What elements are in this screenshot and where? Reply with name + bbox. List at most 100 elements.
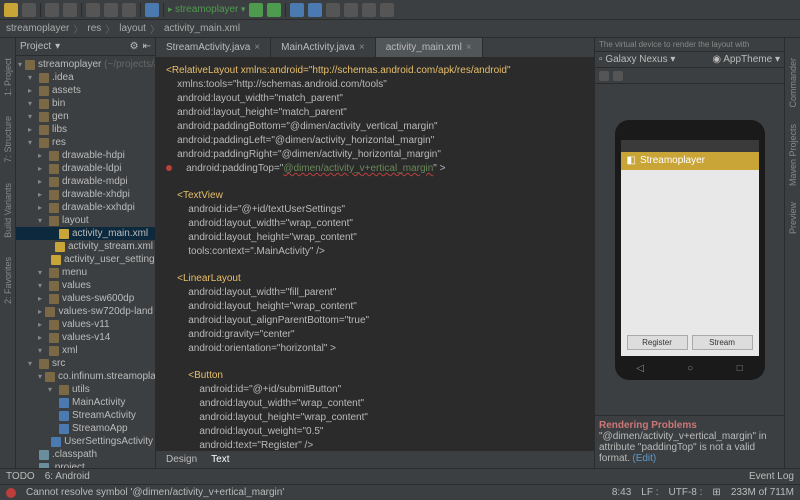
editor-tab[interactable]: MainActivity.java× (271, 38, 376, 57)
tree-item[interactable]: ▸drawable-xxhdpi (16, 201, 155, 214)
tree-item[interactable]: ▸values-v11 (16, 318, 155, 331)
tree-item[interactable]: ▸drawable-ldpi (16, 162, 155, 175)
tool-maven[interactable]: Maven Projects (788, 124, 798, 186)
preview-stream-button: Stream (692, 335, 753, 350)
tree-item[interactable]: activity_main.xml (16, 227, 155, 240)
tool-favorites[interactable]: 2: Favorites (3, 257, 13, 304)
tree-item[interactable]: ▸values-sw600dp (16, 292, 155, 305)
panel-collapse-icon[interactable]: ⇤ (143, 41, 151, 52)
open-icon[interactable] (4, 3, 18, 17)
tree-item[interactable]: ▾gen (16, 110, 155, 123)
avd-icon[interactable] (290, 3, 304, 17)
tree-item[interactable]: ▸drawable-xhdpi (16, 188, 155, 201)
tree-item[interactable]: ▸values-v14 (16, 331, 155, 344)
statusbar: Cannot resolve symbol '@dimen/activity_v… (0, 484, 800, 500)
breadcrumb-item[interactable]: res (87, 23, 101, 34)
tree-item[interactable]: StreamoApp (16, 422, 155, 435)
project-panel: Project ▾ ⚙ ⇤ ▾streamoplayer (~/projects… (16, 38, 156, 468)
tool-commander[interactable]: Commander (788, 58, 798, 108)
main-toolbar: ▸ streamoplayer ▾ (0, 0, 800, 20)
breadcrumb-item[interactable]: streamoplayer (6, 23, 69, 34)
tree-item[interactable]: ▾.idea (16, 71, 155, 84)
tree-item[interactable]: ▾values (16, 279, 155, 292)
undo-icon[interactable] (45, 3, 59, 17)
tree-item[interactable]: ▸drawable-hdpi (16, 149, 155, 162)
tool-project[interactable]: 1: Project (3, 58, 13, 96)
error-gutter-icon[interactable] (166, 165, 172, 171)
device-dropdown[interactable]: ▫ Galaxy Nexus ▾ (599, 54, 675, 65)
tree-item[interactable]: ▾utils (16, 383, 155, 396)
refresh-icon[interactable] (613, 71, 623, 81)
tree-item[interactable]: ▾res (16, 136, 155, 149)
tool-todo[interactable]: TODO (6, 471, 35, 482)
tool-eventlog[interactable]: Event Log (749, 471, 794, 482)
memory-indicator[interactable]: 233M of 711M (731, 487, 794, 498)
close-icon[interactable]: × (359, 42, 365, 53)
redo-icon[interactable] (63, 3, 77, 17)
tool-preview[interactable]: Preview (788, 202, 798, 234)
editor-area: StreamActivity.java×MainActivity.java×ac… (156, 38, 594, 468)
insert-mode-icon[interactable]: ⊞ (712, 487, 720, 498)
tree-item[interactable]: ▾layout (16, 214, 155, 227)
help-icon[interactable] (380, 3, 394, 17)
tree-item[interactable]: ▾src (16, 357, 155, 370)
copy-icon[interactable] (104, 3, 118, 17)
monitor-icon[interactable] (326, 3, 340, 17)
tree-item[interactable]: StreamActivity (16, 409, 155, 422)
cut-icon[interactable] (86, 3, 100, 17)
tree-item[interactable]: MainActivity (16, 396, 155, 409)
tree-item[interactable]: UserSettingsActivity (16, 435, 155, 448)
tree-item[interactable]: ▾streamoplayer (~/projects/android/ (16, 58, 155, 71)
structure-icon[interactable] (362, 3, 376, 17)
preview-register-button: Register (627, 335, 688, 350)
device-frame: ◧Streamoplayer Register Stream ◁○□ (615, 120, 765, 380)
breadcrumb-item[interactable]: activity_main.xml (164, 23, 240, 34)
tree-item[interactable]: ▸values-sw720dp-land (16, 305, 155, 318)
paste-icon[interactable] (122, 3, 136, 17)
tree-item[interactable]: .project (16, 461, 155, 468)
tool-android[interactable]: 6: Android (45, 471, 90, 482)
edit-link[interactable]: (Edit) (632, 453, 656, 464)
tree-item[interactable]: ▸drawable-mdpi (16, 175, 155, 188)
breadcrumb: streamoplayer〉 res〉 layout〉 activity_mai… (0, 20, 800, 38)
tree-item[interactable]: .classpath (16, 448, 155, 461)
settings-icon[interactable] (145, 3, 159, 17)
tree-item[interactable]: activity_user_settings.xml (16, 253, 155, 266)
tree-item[interactable]: ▾bin (16, 97, 155, 110)
panel-title: Project (20, 41, 51, 52)
sdk-icon[interactable] (308, 3, 322, 17)
tree-item[interactable]: ▸libs (16, 123, 155, 136)
debug-icon[interactable] (267, 3, 281, 17)
close-icon[interactable]: × (466, 42, 472, 53)
zoom-icon[interactable] (599, 71, 609, 81)
close-icon[interactable]: × (254, 42, 260, 53)
phone-app-title: ◧Streamoplayer (621, 152, 759, 170)
tree-item[interactable]: ▾menu (16, 266, 155, 279)
cursor-position: 8:43 (612, 487, 631, 498)
tree-item[interactable]: ▸assets (16, 84, 155, 97)
run-icon[interactable] (249, 3, 263, 17)
sync-icon[interactable] (344, 3, 358, 17)
error-icon (6, 488, 16, 498)
tree-item[interactable]: activity_stream.xml (16, 240, 155, 253)
phone-nav-icons: ◁○□ (615, 363, 765, 374)
tool-structure[interactable]: 7: Structure (3, 116, 13, 163)
editor-tab[interactable]: StreamActivity.java× (156, 38, 271, 57)
file-encoding[interactable]: UTF-8 : (669, 487, 703, 498)
code-editor[interactable]: <RelativeLayout xmlns:android="http://sc… (156, 58, 594, 450)
rendering-problems: Rendering Problems "@dimen/activity_v+er… (595, 415, 784, 468)
panel-gear-icon[interactable]: ⚙ (130, 41, 139, 52)
tool-build-variants[interactable]: Build Variants (3, 183, 13, 238)
breadcrumb-item[interactable]: layout (119, 23, 146, 34)
design-tab[interactable]: Design (166, 454, 197, 465)
run-config-dropdown[interactable]: ▸ streamoplayer ▾ (168, 4, 245, 15)
theme-dropdown[interactable]: ◉ AppTheme ▾ (712, 54, 780, 65)
editor-tab[interactable]: activity_main.xml× (376, 38, 483, 57)
tree-item[interactable]: ▾xml (16, 344, 155, 357)
project-tree[interactable]: ▾streamoplayer (~/projects/android/▾.ide… (16, 56, 155, 468)
tree-item[interactable]: ▾co.infinum.streamoplayer (16, 370, 155, 383)
text-tab[interactable]: Text (211, 454, 229, 465)
save-icon[interactable] (22, 3, 36, 17)
layout-preview-panel: The virtual device to render the layout … (594, 38, 784, 468)
line-separator[interactable]: LF : (641, 487, 658, 498)
